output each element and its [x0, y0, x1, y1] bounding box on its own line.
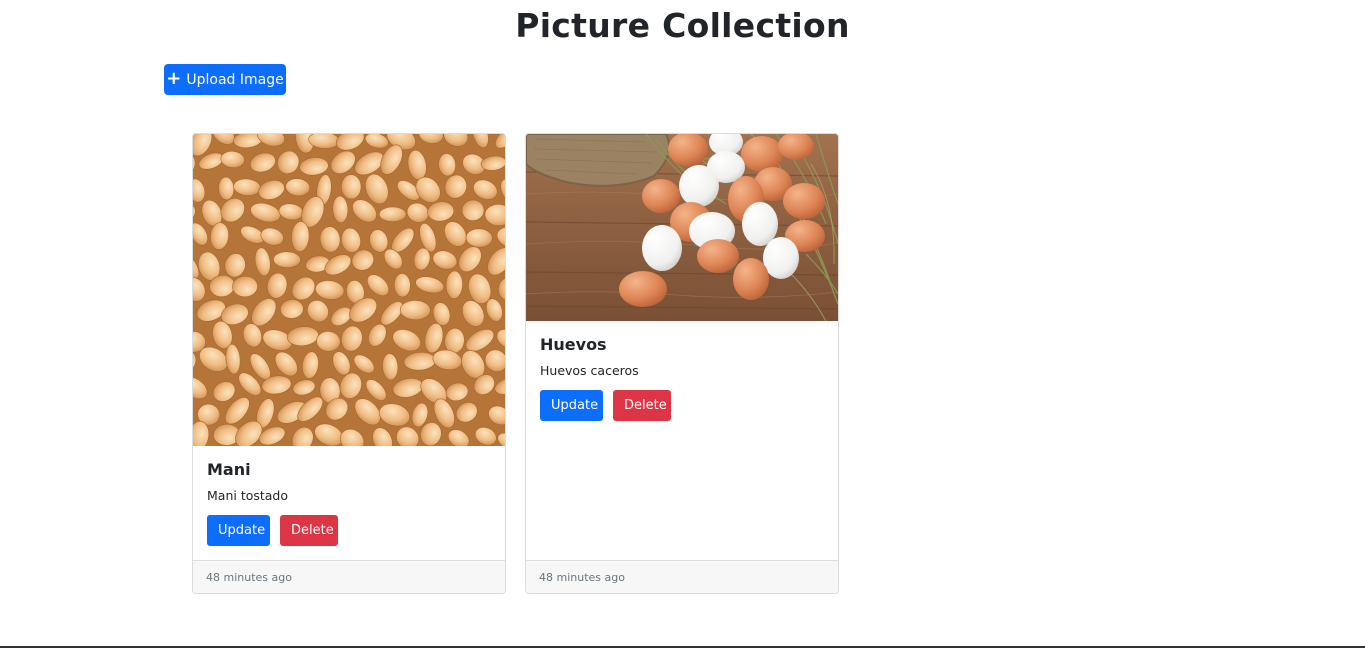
card-image-peanuts	[193, 134, 505, 446]
card-title: Huevos	[540, 335, 607, 354]
card-text: Huevos caceros	[540, 363, 639, 378]
delete-button[interactable]: Delete	[280, 515, 338, 546]
card-text: Mani tostado	[207, 488, 289, 503]
card-body: Mani Mani tostado Update Delete	[207, 460, 338, 546]
plus-icon: +	[166, 68, 182, 89]
update-button[interactable]: Update	[540, 390, 603, 421]
picture-card: Huevos Huevos caceros Update Delete 48 m…	[525, 133, 839, 594]
card-image-eggs	[526, 134, 838, 321]
card-body: Huevos Huevos caceros Update Delete	[540, 335, 671, 421]
page-title: Picture Collection	[515, 6, 850, 45]
card-footer-timestamp: 48 minutes ago	[193, 560, 505, 593]
update-button[interactable]: Update	[207, 515, 270, 546]
picture-card: Mani Mani tostado Update Delete 48 minut…	[192, 133, 506, 594]
card-title: Mani	[207, 460, 251, 479]
upload-image-button[interactable]: + Upload Image	[164, 64, 286, 95]
delete-button[interactable]: Delete	[613, 390, 671, 421]
upload-image-label: Upload Image	[186, 71, 284, 88]
card-footer-timestamp: 48 minutes ago	[526, 560, 838, 593]
